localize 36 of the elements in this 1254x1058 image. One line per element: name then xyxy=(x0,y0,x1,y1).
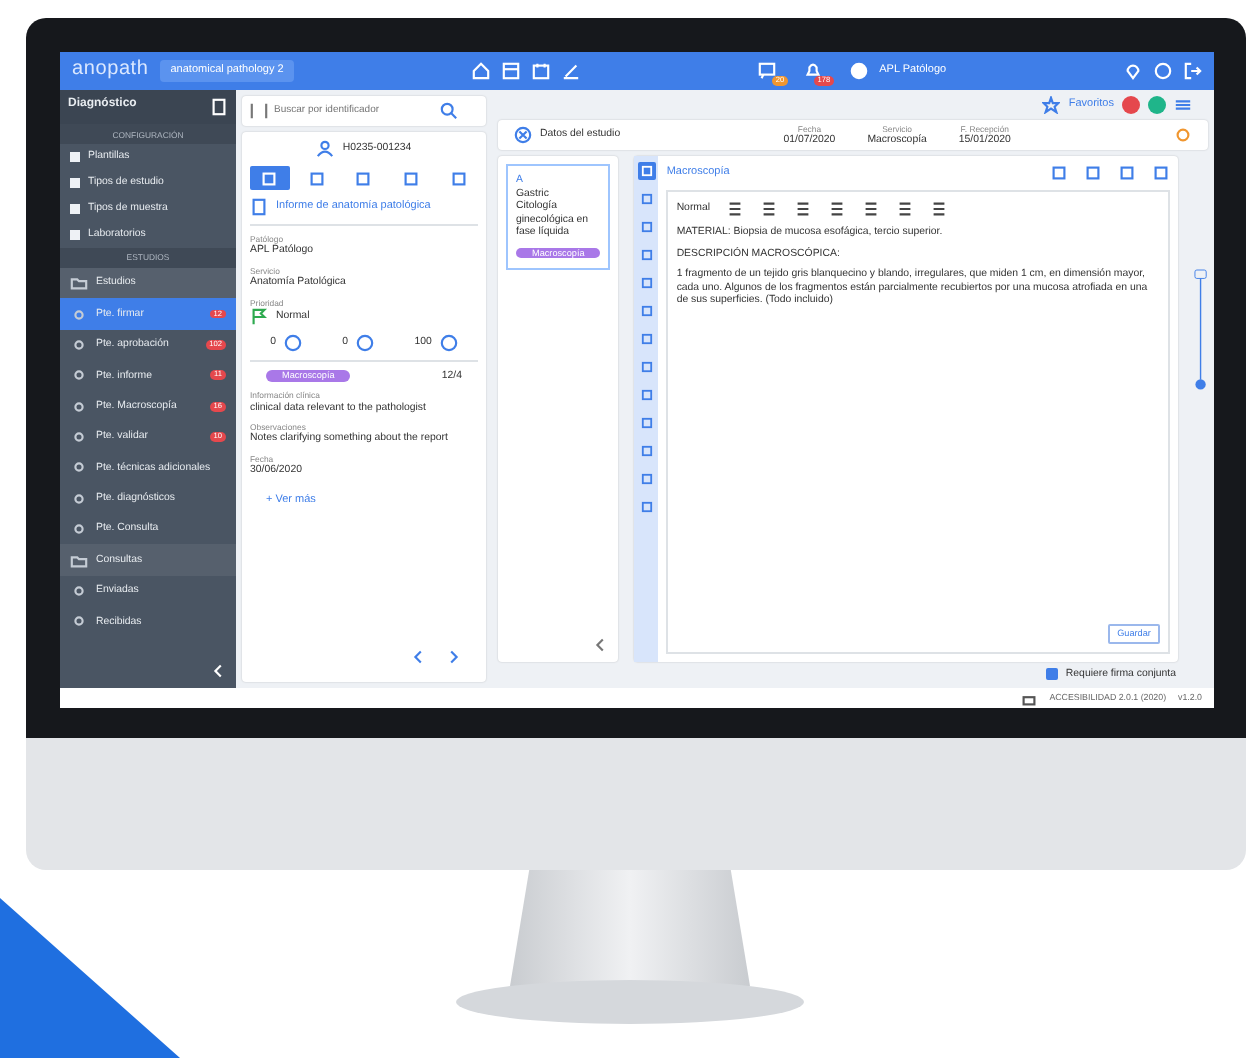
folder-icon xyxy=(70,551,88,570)
chat-icon[interactable] xyxy=(757,62,776,80)
tool-button[interactable] xyxy=(637,358,656,376)
checkbox[interactable] xyxy=(1045,667,1058,680)
logout-icon[interactable] xyxy=(1183,62,1202,80)
flag-icon xyxy=(250,307,268,326)
avatar[interactable] xyxy=(1148,96,1166,114)
location-icon[interactable] xyxy=(1123,62,1142,80)
report-icon xyxy=(250,198,268,216)
tool-button[interactable] xyxy=(637,302,656,320)
tool-button[interactable] xyxy=(637,190,656,208)
case-tab-button[interactable] xyxy=(250,166,290,190)
pen-icon[interactable] xyxy=(561,62,580,80)
tool-button[interactable] xyxy=(637,162,656,180)
calendar-icon[interactable] xyxy=(531,62,550,80)
tool-button[interactable] xyxy=(637,386,656,404)
search-icon[interactable] xyxy=(440,102,458,120)
home-icon[interactable] xyxy=(471,62,490,80)
tool-button[interactable] xyxy=(637,274,656,292)
app-logo: anopath xyxy=(72,58,149,84)
patient-icon xyxy=(316,140,335,158)
star-icon xyxy=(1042,96,1061,114)
tool-button[interactable] xyxy=(637,470,656,488)
close-icon[interactable] xyxy=(514,126,532,144)
user-avatar-icon xyxy=(849,62,868,80)
bell-icon[interactable] xyxy=(803,62,822,80)
tool-button[interactable] xyxy=(637,442,656,460)
tool-button[interactable] xyxy=(637,330,656,348)
tool-button[interactable] xyxy=(637,498,656,516)
list-view-icon[interactable] xyxy=(1174,96,1192,114)
tool-button[interactable] xyxy=(637,218,656,236)
dashboard-icon[interactable] xyxy=(501,62,520,80)
tool-button[interactable] xyxy=(637,246,656,264)
tool-button[interactable] xyxy=(637,414,656,432)
folder-icon xyxy=(70,274,88,293)
avatar[interactable] xyxy=(1122,96,1140,114)
